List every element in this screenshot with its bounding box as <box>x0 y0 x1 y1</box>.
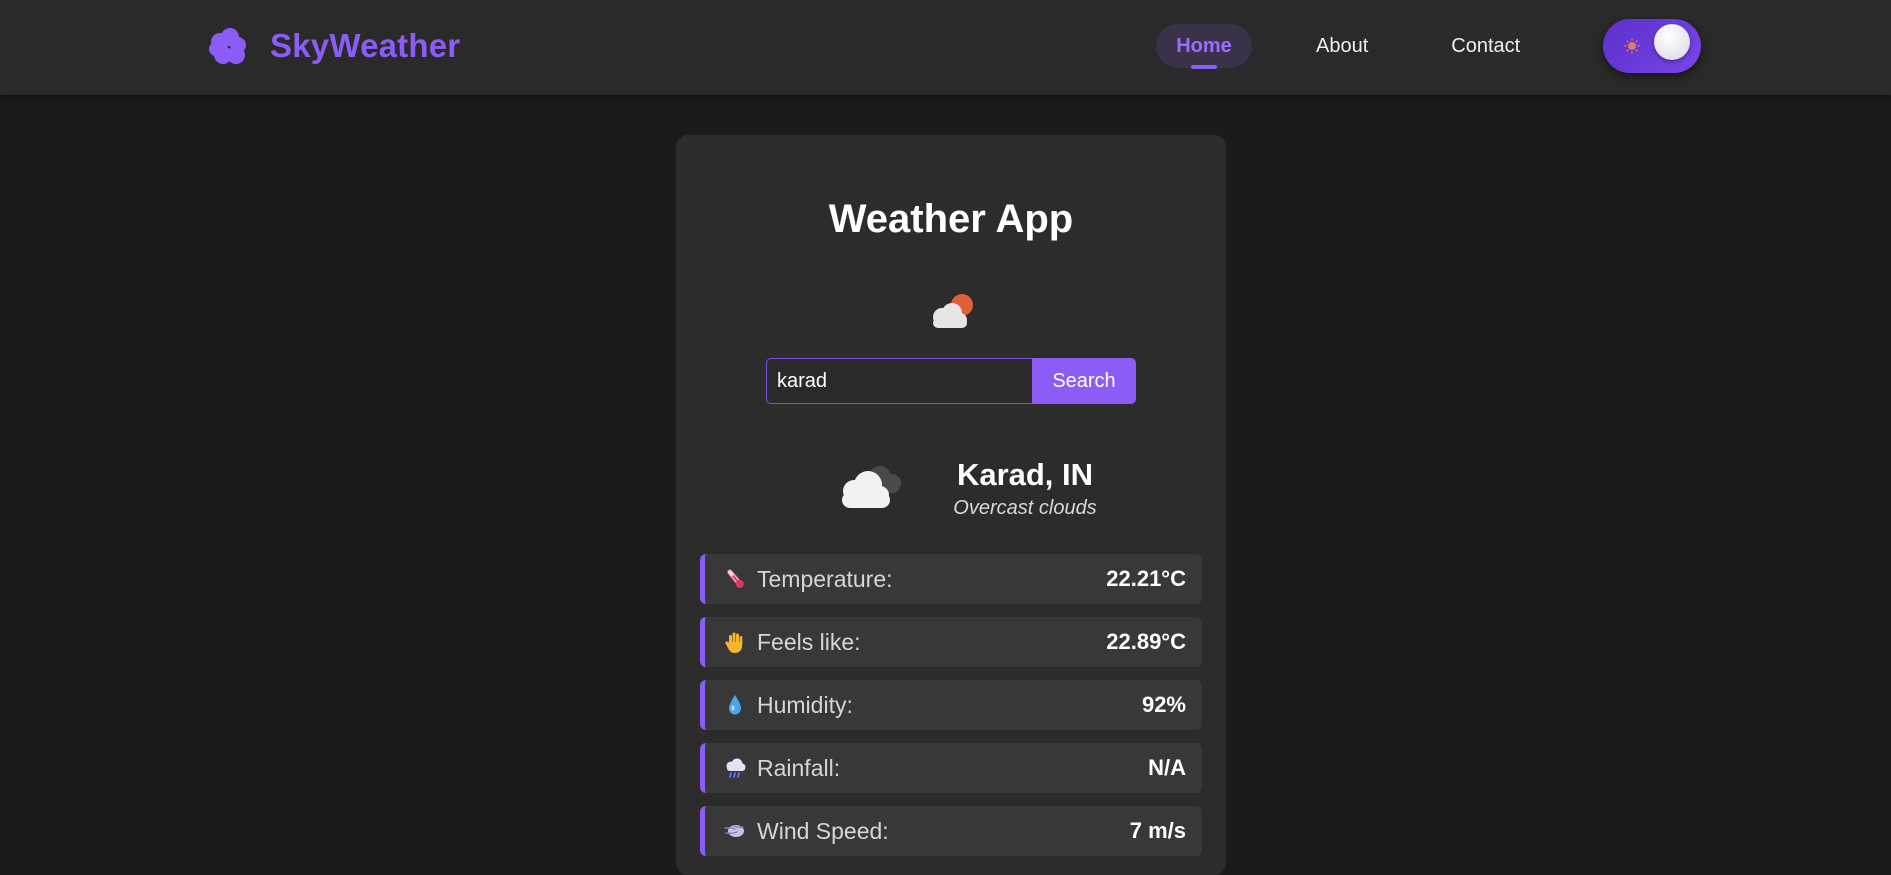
toggle-knob[interactable] <box>1654 24 1690 60</box>
location-summary: Karad, IN Overcast clouds <box>832 451 1132 531</box>
stat-value: 7 m/s <box>1129 818 1186 843</box>
sun-icon <box>1624 38 1640 54</box>
page-title: Weather App <box>828 197 1074 241</box>
rain-cloud-icon <box>726 758 746 778</box>
weather-card: Weather App Search Karad, <box>676 135 1226 875</box>
weather-stats: Temperature: 22.21°C Feels like: 22.89°C <box>700 554 1202 869</box>
thermometer-icon <box>726 569 744 589</box>
brand-name: SkyWeather <box>270 27 461 64</box>
stat-value: N/A <box>1148 755 1186 780</box>
stat-value: 22.21°C <box>1106 566 1186 591</box>
weather-description: Overcast clouds <box>953 497 1097 519</box>
cloud-icon <box>209 28 246 64</box>
stat-value: 22.89°C <box>1106 629 1186 654</box>
stat-temperature: Temperature: 22.21°C <box>700 554 1202 604</box>
stat-label: Wind Speed: <box>757 817 889 844</box>
stat-wind-speed: Wind Speed: 7 m/s <box>700 806 1202 856</box>
brand[interactable]: SkyWeather <box>206 22 460 70</box>
wind-icon <box>724 825 744 837</box>
stat-humidity: Humidity: 92% <box>700 680 1202 730</box>
stat-value: 92% <box>1141 692 1186 717</box>
location-city: Karad, IN <box>956 457 1094 492</box>
stat-label: Humidity: <box>757 691 853 718</box>
theme-toggle[interactable] <box>1603 19 1701 73</box>
search-bar: Search <box>766 358 1136 404</box>
droplet-icon <box>729 695 741 715</box>
search-input[interactable] <box>766 358 1032 404</box>
nav-link-about[interactable]: About <box>1296 24 1388 68</box>
stat-rainfall: Rainfall: N/A <box>700 743 1202 793</box>
stat-label: Feels like: <box>757 628 861 655</box>
navbar: SkyWeather Home About Contact <box>0 0 1891 95</box>
nav-link-home[interactable]: Home <box>1156 24 1252 69</box>
stat-label: Temperature: <box>757 565 893 592</box>
stat-feels-like: Feels like: 22.89°C <box>700 617 1202 667</box>
nav-link-contact[interactable]: Contact <box>1431 24 1540 68</box>
overcast-clouds-icon <box>842 466 901 508</box>
cloud-sun-icon <box>933 294 973 328</box>
hand-icon <box>725 632 743 653</box>
nav-links: Home About Contact <box>1156 24 1540 69</box>
search-button[interactable]: Search <box>1032 358 1136 404</box>
stat-label: Rainfall: <box>757 754 841 781</box>
